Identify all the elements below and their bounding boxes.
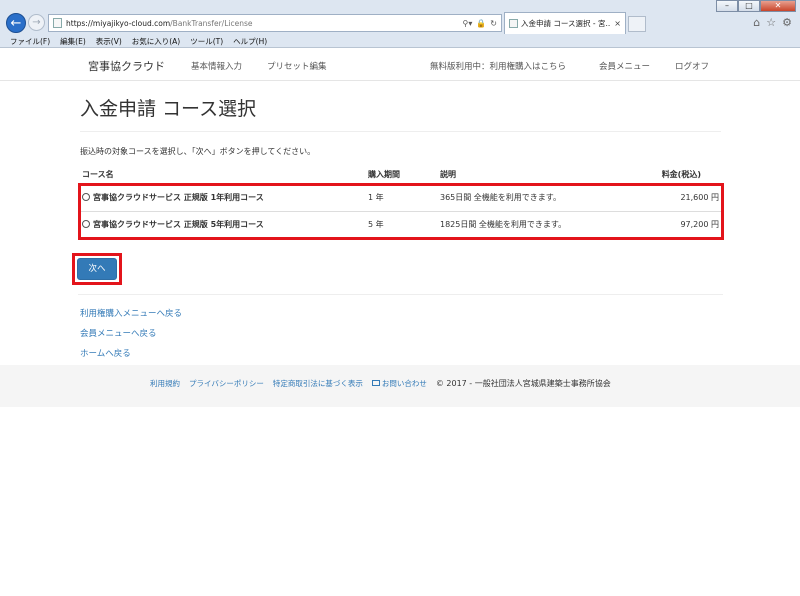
nav-preset-edit[interactable]: プリセット編集 xyxy=(267,60,327,72)
menu-view[interactable]: 表示(V) xyxy=(96,36,122,47)
window-controls: – □ ✕ xyxy=(716,0,796,12)
page-icon xyxy=(53,18,62,28)
footer-contact-link[interactable]: お問い合わせ xyxy=(371,378,427,389)
address-bar[interactable]: https://miyajikyo-cloud.com/BankTransfer… xyxy=(48,14,502,32)
menu-tools[interactable]: ツール(T) xyxy=(190,36,223,47)
next-button[interactable]: 次へ xyxy=(77,258,117,280)
footer-terms-link[interactable]: 利用規約 xyxy=(150,378,180,389)
table-highlight-box xyxy=(78,183,724,240)
table-header-row: コース名 購入期間 説明 料金(税込) xyxy=(78,166,723,185)
content-divider xyxy=(78,294,723,295)
header-price: 料金(税込) xyxy=(629,166,723,185)
footer-privacy-link[interactable]: プライバシーポリシー xyxy=(189,378,264,389)
tab-close-icon[interactable]: × xyxy=(614,19,621,28)
nav-logout[interactable]: ログオフ xyxy=(675,60,709,72)
url-text[interactable]: https://miyajikyo-cloud.com/BankTransfer… xyxy=(66,19,462,28)
new-tab-button[interactable] xyxy=(628,16,646,32)
url-host: https://miyajikyo-cloud.com xyxy=(66,18,171,28)
brand-link[interactable]: 宮事協クラウド xyxy=(88,58,165,74)
footer: 利用規約 プライバシーポリシー 特定商取引法に基づく表示 お問い合わせ © 20… xyxy=(0,365,800,407)
footer-contact-label: お問い合わせ xyxy=(381,379,427,388)
back-arrow-icon[interactable]: ← xyxy=(6,13,26,33)
nav-basic-info[interactable]: 基本情報入力 xyxy=(191,60,242,72)
forward-arrow-icon[interactable]: → xyxy=(28,14,45,31)
tab-page-icon xyxy=(509,19,518,28)
menu-edit[interactable]: 編集(E) xyxy=(60,36,86,47)
favorites-star-icon[interactable]: ☆ xyxy=(766,16,776,29)
minimize-button[interactable]: – xyxy=(716,0,738,12)
nav-member-menu[interactable]: 会員メニュー xyxy=(599,60,650,72)
back-to-license-menu-link[interactable]: 利用権購入メニューへ戻る xyxy=(80,307,182,319)
instruction-text: 振込時の対象コースを選択し、「次へ」ボタンを押してください。 xyxy=(80,147,316,156)
search-icon[interactable]: ⚲▾ xyxy=(462,19,472,28)
refresh-icon[interactable]: ↻ xyxy=(490,19,497,28)
browser-chrome: – □ ✕ ← → https://miyajikyo-cloud.com/Ba… xyxy=(0,0,800,48)
footer-links: 利用規約 プライバシーポリシー 特定商取引法に基づく表示 お問い合わせ © 20… xyxy=(150,378,611,389)
address-tools: ⚲▾ 🔒 ↻ xyxy=(462,19,501,28)
url-path: /BankTransfer/License xyxy=(170,18,253,28)
settings-gear-icon[interactable]: ⚙ xyxy=(782,16,792,29)
menu-bar: ファイル(F) 編集(E) 表示(V) お気に入り(A) ツール(T) ヘルプ(… xyxy=(0,34,800,48)
envelope-icon xyxy=(371,380,380,386)
page-title: 入金申請 コース選択 xyxy=(80,98,257,120)
tab-title: 入金申請 コース選択 - 宮... xyxy=(521,19,612,28)
close-window-button[interactable]: ✕ xyxy=(760,0,796,12)
browser-tab[interactable]: 入金申請 コース選択 - 宮... × xyxy=(504,12,626,34)
back-to-home-link[interactable]: ホームへ戻る xyxy=(80,347,131,359)
footer-commerce-law-link[interactable]: 特定商取引法に基づく表示 xyxy=(273,378,363,389)
back-to-member-menu-link[interactable]: 会員メニューへ戻る xyxy=(80,327,157,339)
lock-icon[interactable]: 🔒 xyxy=(476,19,486,28)
browser-right-icons: ⌂ ☆ ⚙ xyxy=(753,16,792,29)
nav-trial-notice[interactable]: 無料版利用中：利用権購入はこちら xyxy=(430,60,566,72)
title-divider xyxy=(80,131,721,132)
home-icon[interactable]: ⌂ xyxy=(753,16,760,29)
footer-copyright: © 2017 - 一般社団法人宮城県建築士事務所協会 xyxy=(435,379,611,388)
header-period: 購入期間 xyxy=(364,166,436,185)
header-description: 説明 xyxy=(436,166,629,185)
maximize-button[interactable]: □ xyxy=(738,0,760,12)
menu-help[interactable]: ヘルプ(H) xyxy=(233,36,267,47)
menu-favorites[interactable]: お気に入り(A) xyxy=(132,36,180,47)
menu-file[interactable]: ファイル(F) xyxy=(10,36,50,47)
site-navbar: 宮事協クラウド 基本情報入力 プリセット編集 無料版利用中：利用権購入はこちら … xyxy=(0,49,800,81)
header-course: コース名 xyxy=(78,166,364,185)
